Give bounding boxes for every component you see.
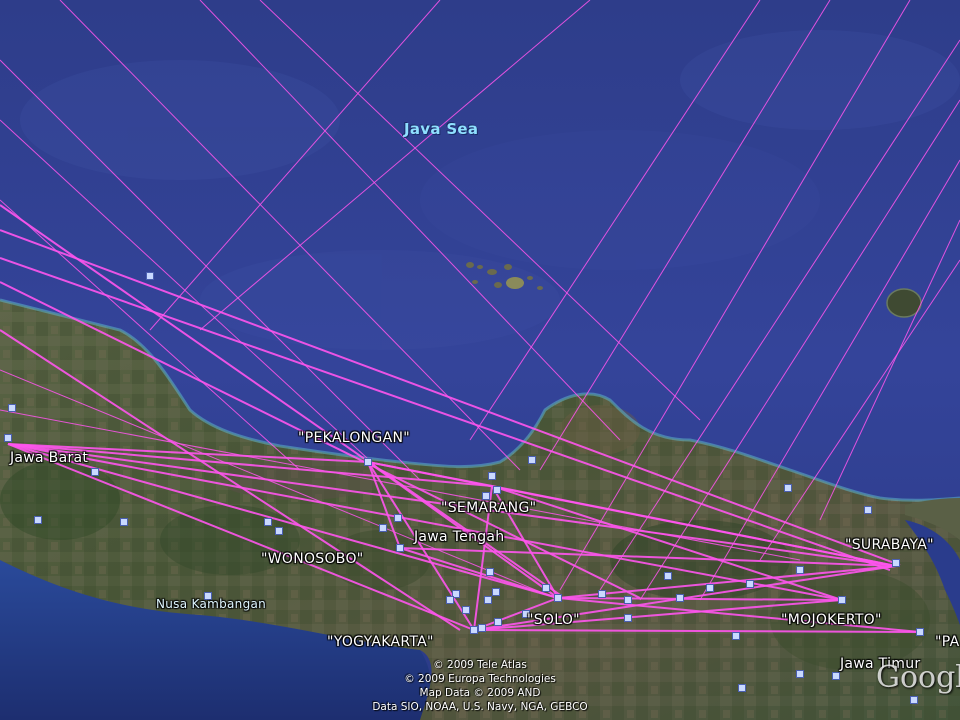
- square-marker-icon[interactable]: [796, 670, 804, 678]
- square-marker-icon[interactable]: [738, 684, 746, 692]
- square-marker-icon[interactable]: [528, 456, 536, 464]
- square-marker-icon[interactable]: [34, 516, 42, 524]
- square-marker-icon[interactable]: [864, 506, 872, 514]
- square-marker-icon[interactable]: [446, 596, 454, 604]
- square-marker-icon[interactable]: [8, 404, 16, 412]
- attribution-line-2: © 2009 Europa Technologies: [404, 673, 556, 685]
- java-sea-label: Java Sea: [404, 120, 479, 138]
- square-marker-icon[interactable]: [624, 596, 632, 604]
- square-marker-icon[interactable]: [379, 524, 387, 532]
- square-marker-icon[interactable]: [706, 584, 714, 592]
- place-label-mojokerto[interactable]: "MOJOKERTO": [781, 612, 882, 628]
- square-marker-icon[interactable]: [488, 472, 496, 480]
- square-marker-icon[interactable]: [598, 590, 606, 598]
- square-marker-icon[interactable]: [264, 518, 272, 526]
- square-marker-icon[interactable]: [120, 518, 128, 526]
- place-label-partial[interactable]: "PA: [935, 634, 959, 650]
- square-marker-icon[interactable]: [664, 572, 672, 580]
- square-marker-icon[interactable]: [916, 628, 924, 636]
- square-marker-icon[interactable]: [838, 596, 846, 604]
- square-marker-icon[interactable]: [624, 614, 632, 622]
- square-marker-icon[interactable]: [746, 580, 754, 588]
- square-marker-icon[interactable]: [910, 696, 918, 704]
- region-label-nusa-kambangan: Nusa Kambangan: [156, 597, 267, 611]
- attribution-line-1: © 2009 Tele Atlas: [433, 659, 527, 671]
- region-label-jawa-barat: Jawa Barat: [10, 450, 89, 466]
- satellite-map[interactable]: Java Sea "PEKALONGAN" "SEMARANG" "WONOSO…: [0, 0, 960, 720]
- place-label-surabaya[interactable]: "SURABAYA": [845, 537, 934, 553]
- attribution-line-4: Data SIO, NOAA, U.S. Navy, NGA, GEBCO: [372, 701, 588, 713]
- square-marker-icon[interactable]: [676, 594, 684, 602]
- square-marker-icon[interactable]: [470, 626, 478, 634]
- square-marker-icon[interactable]: [478, 624, 486, 632]
- square-marker-icon[interactable]: [275, 527, 283, 535]
- square-marker-icon[interactable]: [394, 514, 402, 522]
- square-marker-icon[interactable]: [796, 566, 804, 574]
- square-marker-icon[interactable]: [364, 458, 372, 466]
- square-marker-icon[interactable]: [784, 484, 792, 492]
- square-marker-icon[interactable]: [493, 486, 501, 494]
- square-marker-icon[interactable]: [542, 584, 550, 592]
- square-marker-icon[interactable]: [892, 559, 900, 567]
- square-marker-icon[interactable]: [554, 594, 562, 602]
- square-marker-icon[interactable]: [492, 588, 500, 596]
- square-marker-icon[interactable]: [91, 468, 99, 476]
- attribution-line-3: Map Data © 2009 AND: [419, 687, 541, 699]
- square-marker-icon[interactable]: [146, 272, 154, 280]
- map-attribution: © 2009 Tele Atlas © 2009 Europa Technolo…: [350, 658, 610, 714]
- place-label-semarang[interactable]: "SEMARANG": [441, 500, 536, 516]
- square-marker-icon[interactable]: [494, 618, 502, 626]
- square-marker-icon[interactable]: [396, 544, 404, 552]
- square-marker-icon[interactable]: [4, 434, 12, 442]
- place-label-pekalongan[interactable]: "PEKALONGAN": [298, 430, 410, 446]
- google-logo[interactable]: Google: [876, 660, 960, 695]
- place-label-wonosobo[interactable]: "WONOSOBO": [261, 551, 364, 567]
- place-label-yogyakarta[interactable]: "YOGYAKARTA": [327, 634, 434, 650]
- place-label-solo[interactable]: "SOLO": [527, 612, 580, 628]
- square-marker-icon[interactable]: [484, 596, 492, 604]
- region-label-jawa-tengah: Jawa Tengah: [414, 529, 505, 545]
- square-marker-icon[interactable]: [482, 492, 490, 500]
- square-marker-icon[interactable]: [832, 672, 840, 680]
- square-marker-icon[interactable]: [732, 632, 740, 640]
- square-marker-icon[interactable]: [486, 568, 494, 576]
- square-marker-icon[interactable]: [462, 606, 470, 614]
